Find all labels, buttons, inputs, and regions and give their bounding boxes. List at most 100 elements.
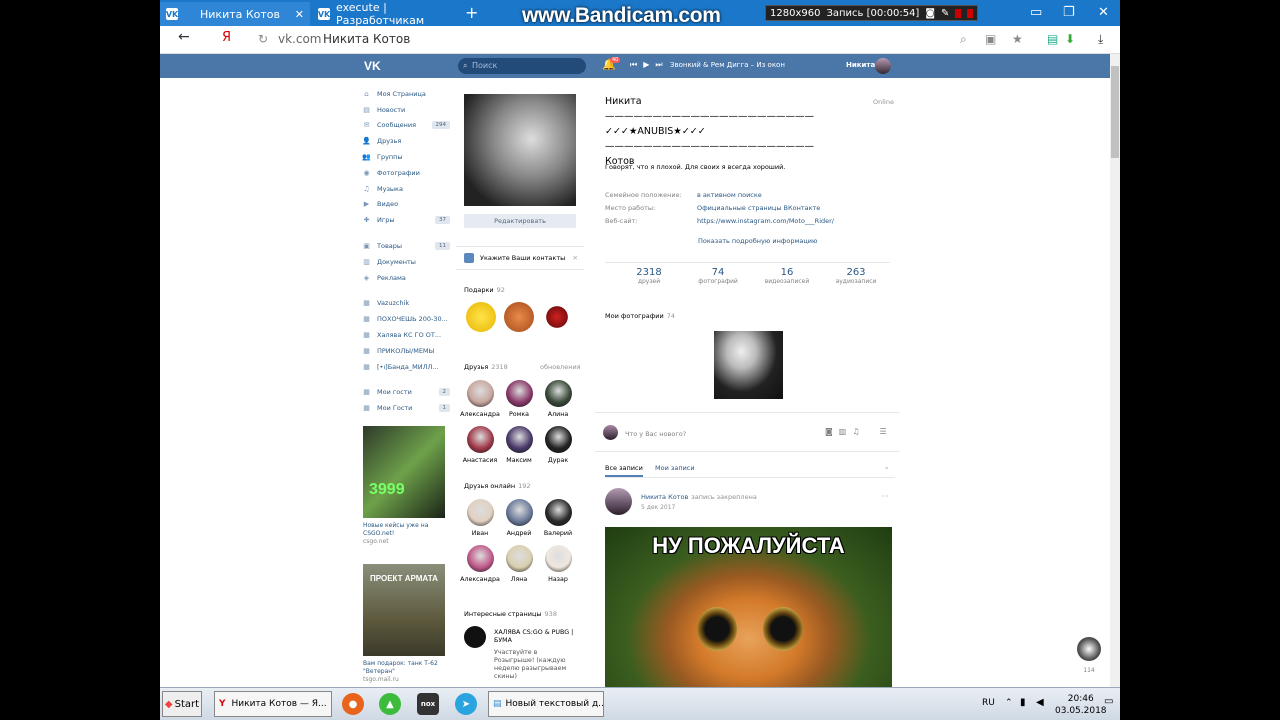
friend-name[interactable]: Дурак xyxy=(538,457,578,464)
tab-execute[interactable]: VK execute | Разработчикам xyxy=(312,1,457,27)
video-icon[interactable]: ▥ xyxy=(839,427,847,436)
page-avatar[interactable] xyxy=(464,626,486,648)
yandex-icon[interactable]: Я xyxy=(222,30,231,45)
address-title[interactable]: Никита Котов xyxy=(323,32,410,46)
prev-icon[interactable]: ⏮ xyxy=(630,60,637,70)
friend-name[interactable]: Андрей xyxy=(499,530,539,537)
sidebar-item[interactable]: ◈ Реклама xyxy=(362,270,450,286)
profile-photo[interactable] xyxy=(464,94,576,206)
friend-item[interactable]: Андрей xyxy=(499,499,539,537)
close-icon[interactable]: ✕ xyxy=(295,8,304,21)
sidebar-item[interactable]: ▦ Мои Гости 1 xyxy=(362,400,450,416)
search-icon[interactable]: ⌕ xyxy=(960,32,967,47)
ad-image[interactable]: 3999 xyxy=(363,426,445,518)
sidebar-item[interactable]: ▦ Vazuzchik xyxy=(362,296,450,312)
avatar[interactable] xyxy=(875,58,891,74)
search-icon[interactable]: ⌕ xyxy=(885,464,889,473)
taskbar-browser[interactable]: Y Никита Котов — Я... xyxy=(214,691,332,717)
ad-block[interactable]: 3999 Новые кейсы уже на CSGO.net! csgo.n… xyxy=(363,426,445,545)
friends-updates-link[interactable]: обновления xyxy=(540,363,581,371)
photos-header[interactable]: Мои фотографии 74 xyxy=(605,312,675,320)
avatar[interactable] xyxy=(605,488,632,515)
avatar[interactable] xyxy=(544,545,572,572)
profile-counter[interactable]: 2318 друзей xyxy=(619,267,679,285)
network-icon[interactable]: ▮ xyxy=(1020,697,1026,708)
friend-item[interactable]: Назар xyxy=(538,545,578,583)
downloads-icon[interactable]: ⤓ xyxy=(1098,32,1103,47)
sidebar-item[interactable]: ▦ ПРИКОЛЫ/МЕМЫ xyxy=(362,343,450,359)
star-icon[interactable]: ★ xyxy=(1012,32,1023,46)
friends-header[interactable]: Друзья 2318 обновления xyxy=(464,363,581,371)
friend-name[interactable]: Алина xyxy=(538,411,578,418)
pause-icon[interactable] xyxy=(955,8,962,18)
friend-name[interactable]: Максим xyxy=(499,457,539,464)
avatar[interactable] xyxy=(544,499,572,526)
friend-item[interactable]: Дурак xyxy=(538,426,578,464)
track-title[interactable]: Звонкий & Рем Дигга – Из окон xyxy=(670,61,785,69)
ad-image[interactable]: ПРОЕКТ АРМАТА xyxy=(363,564,445,656)
music-icon[interactable]: ♫ xyxy=(852,427,859,436)
friend-item[interactable]: Иван xyxy=(460,499,500,537)
avatar[interactable] xyxy=(505,380,533,407)
post-date[interactable]: 5 дек 2017 xyxy=(641,504,675,511)
profile-counter[interactable]: 16 видеозаписей xyxy=(757,267,817,285)
status-text[interactable]: Говорят, что я плохой. Для своих я всегд… xyxy=(605,163,785,171)
firefox-icon[interactable]: ● xyxy=(342,693,364,715)
avatar[interactable] xyxy=(505,545,533,572)
friend-name[interactable]: Ромка xyxy=(499,411,539,418)
tray-chevron-icon[interactable]: ⌃ xyxy=(1005,698,1013,708)
ad-title[interactable]: Вам подарок: танк Т-62 "Ветеран" xyxy=(363,660,445,676)
sidebar-item[interactable]: ▦ Халява КС ГО ОТ... xyxy=(362,327,450,343)
avatar[interactable] xyxy=(466,545,494,572)
search-input[interactable]: ⌕ Поиск xyxy=(458,58,586,74)
friend-name[interactable]: Валерий xyxy=(538,530,578,537)
friend-name[interactable]: Ляна xyxy=(499,576,539,583)
gift-item[interactable] xyxy=(466,302,496,332)
sidebar-item[interactable]: ✉ Сообщения 294 xyxy=(362,118,450,134)
avatar[interactable] xyxy=(544,426,572,453)
pencil-icon[interactable]: ✎ xyxy=(941,8,949,19)
avatar[interactable] xyxy=(505,499,533,526)
avatar[interactable] xyxy=(466,380,494,407)
sidebar-item[interactable]: ⌂ Моя Страница xyxy=(362,86,450,102)
avatar[interactable] xyxy=(466,426,494,453)
show-more-link[interactable]: Показать подробную информацию xyxy=(698,237,818,245)
profile-counter[interactable]: 263 аудиозаписи xyxy=(826,267,886,285)
address-host[interactable]: vk.com xyxy=(278,32,322,46)
friend-item[interactable]: Ляна xyxy=(499,545,539,583)
photo-thumbnail[interactable] xyxy=(714,331,783,399)
friend-item[interactable]: Ромка xyxy=(499,380,539,418)
sidebar-item[interactable]: ▶ Видео xyxy=(362,197,450,213)
sidebar-item[interactable]: ▥ Документы xyxy=(362,254,450,270)
back-button[interactable]: ← xyxy=(178,29,190,45)
camera-icon[interactable]: ◙ xyxy=(825,427,833,436)
pages-header[interactable]: Интересные страницы 938 xyxy=(464,610,557,618)
close-icon[interactable]: ✕ xyxy=(1098,5,1109,20)
extension-icon[interactable]: ▤ xyxy=(1047,32,1058,46)
ad-block[interactable]: ПРОЕКТ АРМАТА Вам подарок: танк Т-62 "Ве… xyxy=(363,564,445,683)
clock[interactable]: 20:46 03.05.2018 xyxy=(1055,693,1107,717)
post-author[interactable]: Никита Котов xyxy=(641,493,688,501)
friend-item[interactable]: Александра xyxy=(460,545,500,583)
friend-name[interactable]: Назар xyxy=(538,576,578,583)
friend-item[interactable]: Алина xyxy=(538,380,578,418)
info-value[interactable]: https://www.instagram.com/Moto___Rider/ xyxy=(697,217,834,225)
post-image[interactable]: НУ ПОЖАЛУЙСТА xyxy=(605,527,892,687)
sidebar-item[interactable]: ▦ ПОХОЧЕШЬ 200-30... xyxy=(362,311,450,327)
info-value[interactable]: Официальные страницы ВКонтакте xyxy=(697,204,820,212)
friend-name[interactable]: Александра xyxy=(460,576,500,583)
edit-button[interactable]: Редактировать xyxy=(464,214,576,228)
post-composer[interactable]: Что у Вас нового? ◙ ▥ ♫ ☰ xyxy=(595,412,900,452)
next-icon[interactable]: ⏭ xyxy=(655,60,662,70)
friend-item[interactable]: Валерий xyxy=(538,499,578,537)
sidebar-item[interactable]: 👤 Друзья xyxy=(362,133,450,149)
header-username[interactable]: Никита xyxy=(846,61,875,69)
tab-all-posts[interactable]: Все записи xyxy=(605,464,643,477)
info-value[interactable]: в активном поиске xyxy=(697,191,762,199)
sidebar-item[interactable]: ▦ [•ı]Банда_МИЛЛ... xyxy=(362,359,450,375)
volume-icon[interactable]: ◀ xyxy=(1036,697,1044,708)
sidebar-item[interactable]: ▤ Новости xyxy=(362,102,450,118)
tab-profile[interactable]: VK Никита Котов ✕ xyxy=(160,2,310,26)
page-title[interactable]: ХАЛЯВА CS:GO & PUBG | БУМА xyxy=(494,629,579,645)
language-indicator[interactable]: RU xyxy=(982,698,995,708)
